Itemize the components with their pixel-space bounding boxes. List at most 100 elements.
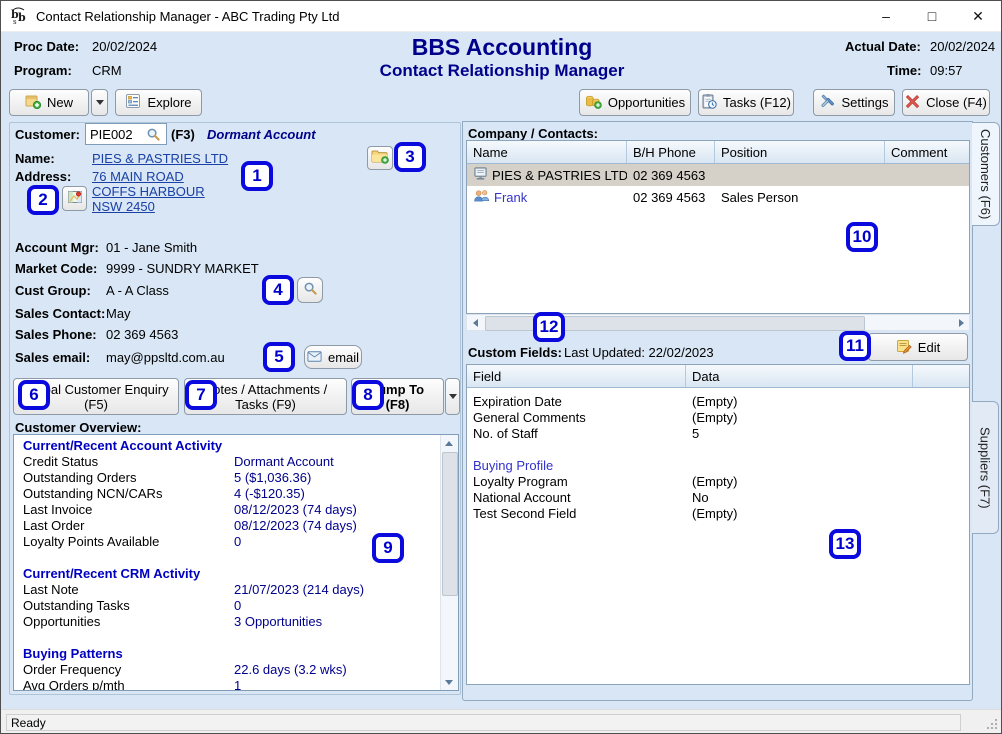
overview-row: Outstanding Tasks0 — [23, 598, 441, 614]
address-label: Address: — [15, 169, 71, 184]
cust-group-label: Cust Group: — [15, 283, 91, 298]
custom-field-row[interactable]: Expiration Date(Empty) — [467, 393, 969, 409]
company-contacts-label: Company / Contacts: — [468, 126, 598, 141]
opportunities-icon — [585, 94, 602, 112]
customer-label: Customer: — [15, 127, 80, 142]
new-button[interactable]: New — [9, 89, 89, 116]
close-window-button[interactable]: ✕ — [955, 1, 1001, 31]
map-button[interactable] — [62, 186, 87, 211]
window-controls: – □ ✕ — [863, 1, 1001, 31]
tasks-label: Tasks (F12) — [723, 95, 791, 110]
custom-field-row-buying-profile[interactable]: Buying Profile — [467, 457, 969, 473]
contact-row-company[interactable]: PIES & PASTRIES LTD 02 369 4563 — [467, 164, 969, 186]
edit-custom-fields-button[interactable]: Edit — [868, 333, 968, 361]
opportunities-label: Opportunities — [608, 95, 685, 110]
contact-position: Sales Person — [715, 190, 885, 205]
email-button[interactable]: email — [304, 345, 362, 369]
custom-field-row[interactable]: Loyalty Program(Empty) — [467, 473, 969, 489]
scroll-up-arrow[interactable] — [441, 435, 457, 451]
overview-row: Outstanding NCN/CARs4 (-$120.35) — [23, 486, 441, 502]
contact-name: PIES & PASTRIES LTD — [492, 168, 627, 183]
column-header-phone[interactable]: B/H Phone — [627, 141, 715, 163]
resize-grip[interactable] — [985, 717, 998, 733]
customer-name-link[interactable]: PIES & PASTRIES LTD — [92, 151, 228, 166]
app-logo-icon: b b s — [10, 7, 30, 25]
address-line-1-link[interactable]: 76 MAIN ROAD — [92, 169, 184, 184]
new-contact-button[interactable] — [367, 146, 393, 170]
overview-row: Credit StatusDormant Account — [23, 454, 441, 470]
overview-scrollbar[interactable] — [440, 435, 458, 690]
customer-code-input[interactable] — [86, 127, 146, 142]
address-line-3-link[interactable]: NSW 2450 — [92, 199, 155, 214]
jump-to-dropdown-button[interactable] — [445, 378, 460, 415]
custom-field-row[interactable]: No. of Staff5 — [467, 425, 969, 441]
search-icon[interactable] — [146, 127, 161, 142]
scroll-down-arrow[interactable] — [441, 674, 457, 690]
custom-fields-table-header: Field Data — [467, 365, 969, 388]
f3-hint: (F3) — [171, 127, 195, 142]
column-header-comment[interactable]: Comment — [885, 141, 969, 163]
time-value: 09:57 — [930, 63, 963, 78]
tab-customers[interactable]: Customers (F6) — [972, 122, 1000, 226]
explore-icon — [125, 93, 141, 112]
svg-text:b: b — [18, 11, 26, 24]
custom-fields-last-updated: Last Updated: 22/02/2023 — [564, 345, 714, 360]
new-icon — [25, 93, 41, 112]
column-header-data[interactable]: Data — [686, 365, 913, 387]
email-icon — [307, 350, 322, 365]
cust-group-value: A - A Class — [106, 283, 169, 298]
address-line-2-link[interactable]: COFFS HARBOUR — [92, 184, 205, 199]
callout-3: 3 — [394, 142, 426, 172]
contact-name-link[interactable]: Frank — [494, 190, 527, 205]
market-code-value: 9999 - SUNDRY MARKET — [106, 261, 259, 276]
callout-5: 5 — [263, 342, 295, 372]
custom-field-row[interactable]: General Comments(Empty) — [467, 409, 969, 425]
contact-row-person[interactable]: Frank 02 369 4563 Sales Person — [467, 186, 969, 208]
contact-phone: 02 369 4563 — [627, 168, 715, 183]
custom-field-row[interactable]: Test Second Field(Empty) — [467, 505, 969, 521]
contacts-table-header: Name B/H Phone Position Comment — [467, 141, 969, 164]
overview-row: Last Note21/07/2023 (214 days) — [23, 582, 441, 598]
customer-code-field[interactable] — [85, 123, 167, 145]
account-mgr-value: 01 - Jane Smith — [106, 240, 197, 255]
overview-row: Opportunities3 Opportunities — [23, 614, 441, 630]
folder-add-icon — [371, 149, 389, 167]
cust-group-search-button[interactable] — [297, 277, 323, 303]
custom-field-row[interactable]: National AccountNo — [467, 489, 969, 505]
customers-tab-panel: Company / Contacts: Name B/H Phone Posit… — [462, 121, 973, 701]
custom-fields-label: Custom Fields: — [468, 345, 562, 360]
map-icon — [67, 189, 83, 208]
tab-suppliers[interactable]: Suppliers (F7) — [972, 401, 999, 534]
overview-row: Last Order08/12/2023 (74 days) — [23, 518, 441, 534]
chevron-down-icon — [96, 100, 104, 105]
column-header-name[interactable]: Name — [467, 141, 627, 163]
explore-button[interactable]: Explore — [115, 89, 202, 116]
market-code-label: Market Code: — [15, 261, 97, 276]
column-header-field[interactable]: Field — [467, 365, 686, 387]
callout-7: 7 — [185, 380, 217, 410]
tasks-button[interactable]: Tasks (F12) — [698, 89, 794, 116]
close-f4-label: Close (F4) — [926, 95, 987, 110]
overview-row: Order Frequency22.6 days (3.2 wks) — [23, 662, 441, 678]
customer-overview-label: Customer Overview: — [15, 420, 141, 435]
actual-date-label: Actual Date: — [845, 39, 921, 54]
minimize-button[interactable]: – — [863, 1, 909, 31]
new-dropdown-button[interactable] — [91, 89, 108, 116]
program-value: CRM — [92, 63, 122, 78]
scroll-left-arrow[interactable] — [467, 315, 483, 330]
overview-section-heading: Buying Patterns — [23, 646, 441, 662]
scroll-thumb[interactable] — [442, 452, 458, 596]
explore-label: Explore — [147, 95, 191, 110]
maximize-button[interactable]: □ — [909, 1, 955, 31]
custom-fields-table: Field Data Expiration Date(Empty) Genera… — [466, 364, 970, 685]
opportunities-button[interactable]: Opportunities — [579, 89, 691, 116]
close-icon — [905, 94, 920, 112]
settings-button[interactable]: Settings — [813, 89, 895, 116]
proc-date-label: Proc Date: — [14, 39, 79, 54]
account-status: Dormant Account — [207, 127, 316, 142]
scroll-right-arrow[interactable] — [953, 315, 969, 330]
close-f4-button[interactable]: Close (F4) — [902, 89, 990, 116]
account-mgr-label: Account Mgr: — [15, 240, 99, 255]
overview-row: Avg Orders p/mth1 — [23, 678, 441, 691]
column-header-position[interactable]: Position — [715, 141, 885, 163]
